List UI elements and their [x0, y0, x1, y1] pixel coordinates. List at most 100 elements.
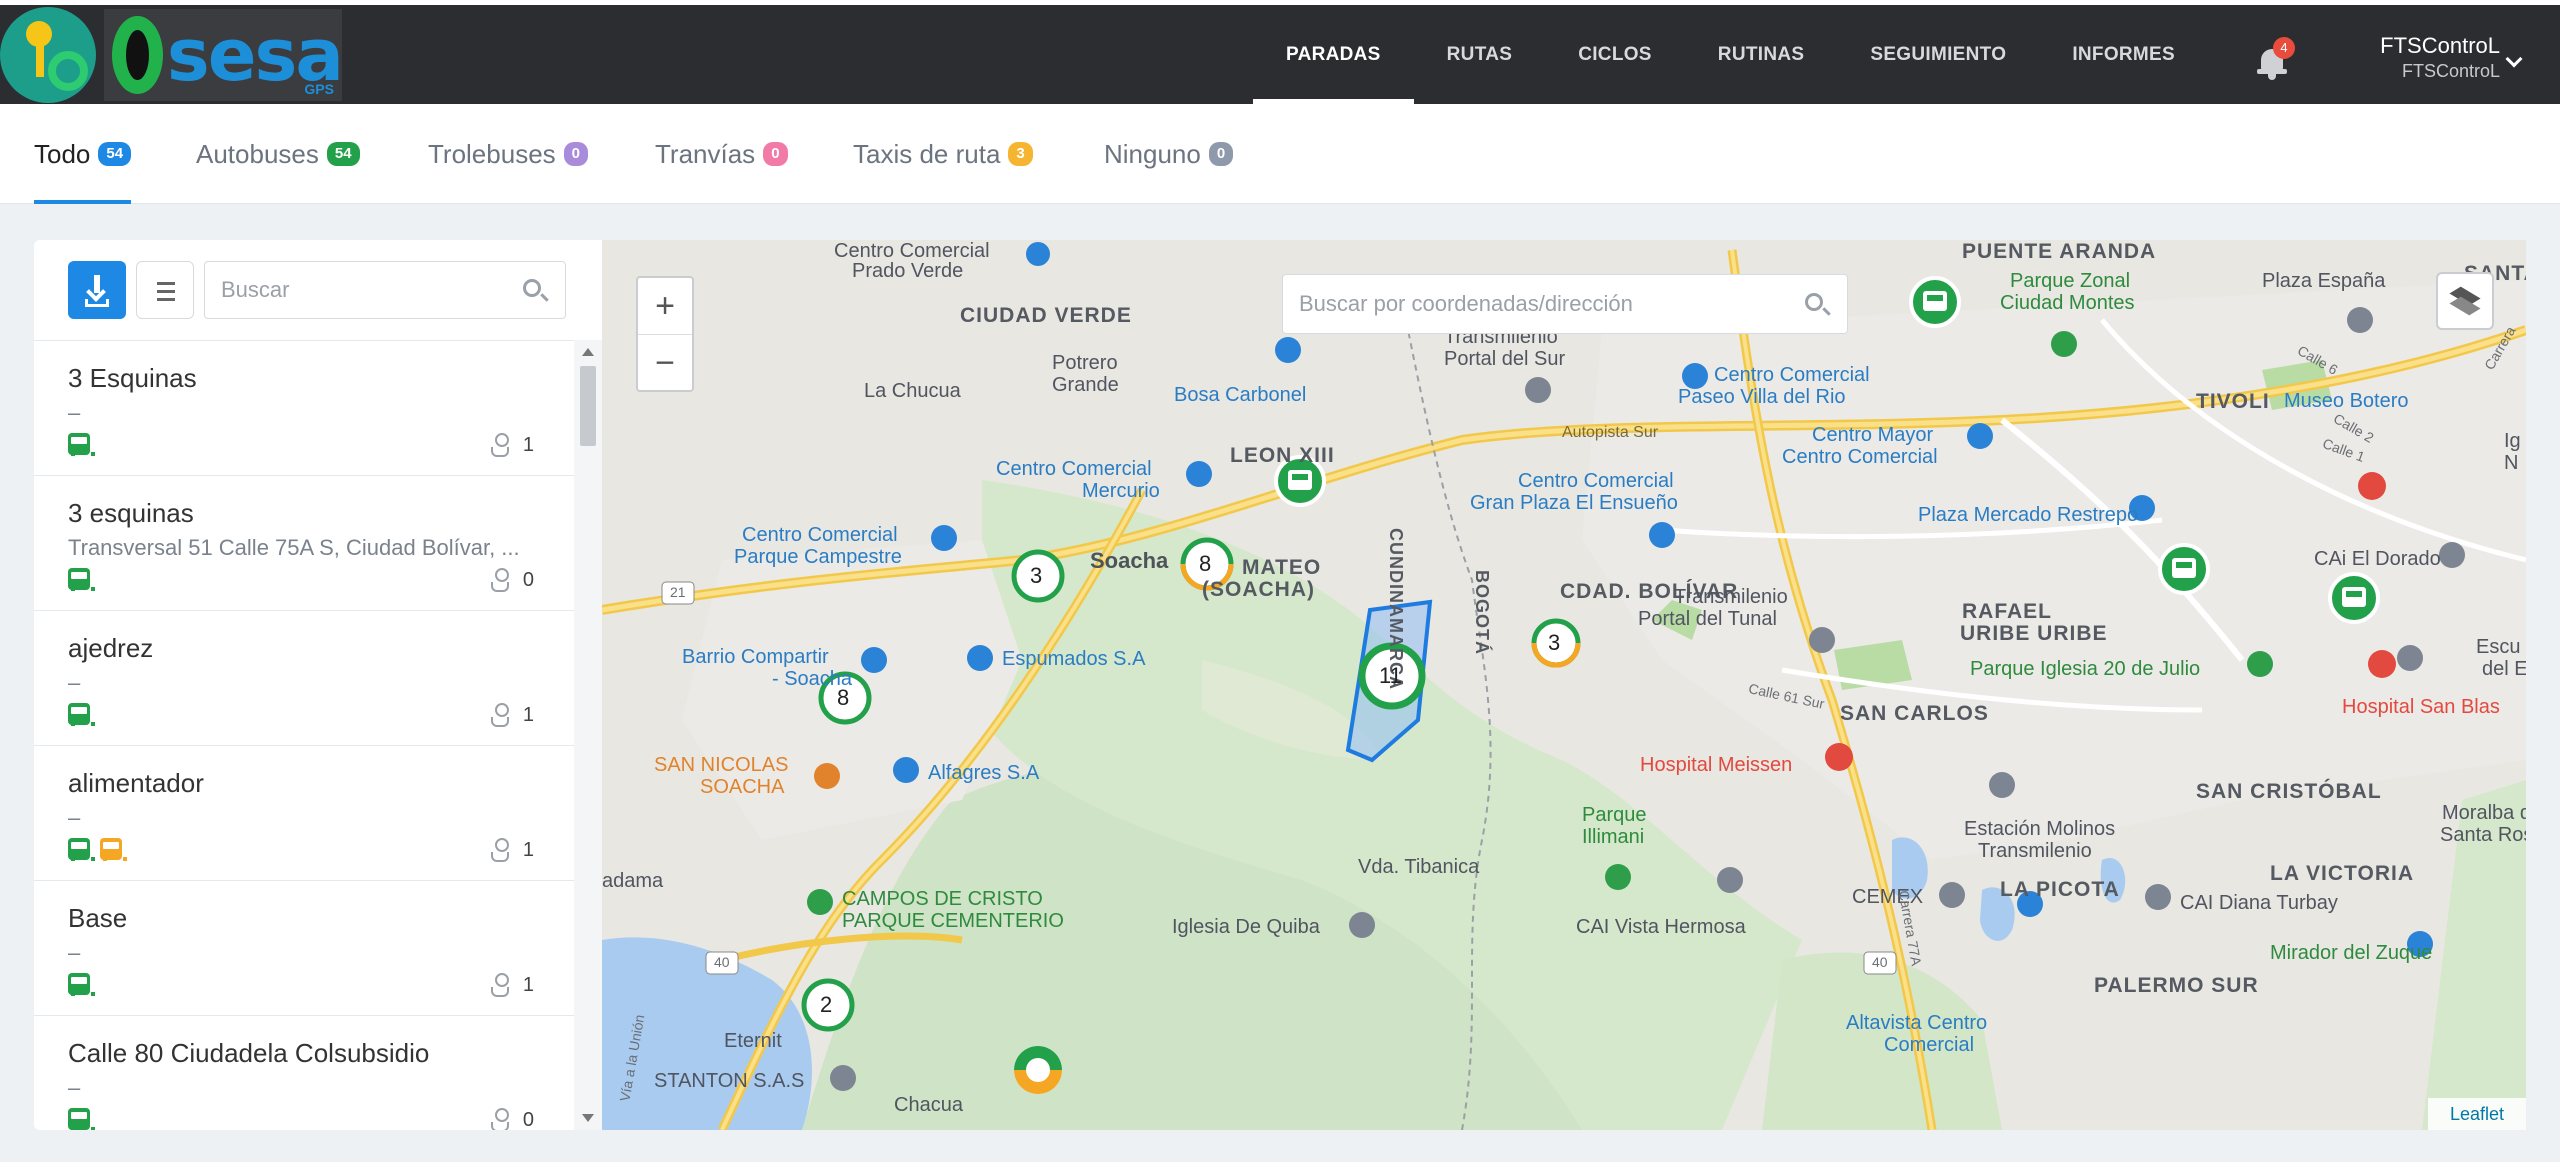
- tab-label: Trolebuses: [428, 138, 556, 169]
- map-view[interactable]: Centro Comercial Prado Verde CIUDAD VERD…: [602, 240, 2526, 1130]
- scroll-up-icon[interactable]: [582, 348, 594, 356]
- map-label: Plaza España: [2262, 270, 2386, 292]
- route-stops-icon: [489, 1108, 511, 1130]
- item-address: Transversal 51 Calle 75A S, Ciudad Bolív…: [68, 535, 520, 560]
- layers-button[interactable]: [2436, 272, 2494, 330]
- map-attribution[interactable]: Leaflet: [2428, 1098, 2526, 1130]
- nav-informes[interactable]: INFORMES: [2039, 5, 2208, 104]
- map-label: Transmilenio: [1978, 840, 2092, 862]
- tab-taxis-de-ruta[interactable]: Taxis de ruta 3: [853, 104, 1033, 204]
- list-item[interactable]: alimentador – 1: [34, 745, 574, 880]
- bus-stop-marker[interactable]: [2328, 572, 2380, 624]
- tab-tranvias[interactable]: Tranvías 0: [655, 104, 788, 204]
- list-item[interactable]: 3 esquinas Transversal 51 Calle 75A S, C…: [34, 475, 574, 610]
- nav-paradas[interactable]: PARADAS: [1253, 5, 1414, 104]
- search-icon[interactable]: [1805, 293, 1823, 311]
- item-name: 3 Esquinas: [68, 363, 197, 393]
- map-label: Santa Rosa: [2440, 824, 2526, 846]
- map-label: del E: [2482, 658, 2526, 680]
- map-label: CAI Vista Hermosa: [1576, 916, 1746, 938]
- map-label: adama: [602, 870, 664, 892]
- tab-todo[interactable]: Todo 54: [34, 104, 132, 204]
- tab-label: Tranvías: [655, 138, 756, 169]
- tab-ninguno[interactable]: Ninguno 0: [1104, 104, 1234, 204]
- restaurant-pin-icon: [814, 763, 840, 789]
- list-item[interactable]: ajedrez – 1: [34, 610, 574, 745]
- cluster-count[interactable]: 8: [837, 685, 849, 711]
- item-stops-count: 1: [522, 703, 534, 726]
- map-label: TIVOLI: [2196, 390, 2270, 413]
- user-menu[interactable]: FTSControL FTSControL: [2360, 33, 2500, 82]
- item-address: –: [68, 670, 81, 695]
- bus-stop-marker[interactable]: [1909, 276, 1961, 328]
- map-label: Mirador del Zuque: [2270, 942, 2433, 964]
- tab-trolebuses[interactable]: Trolebuses 0: [428, 104, 588, 204]
- tab-autobuses[interactable]: Autobuses 54: [196, 104, 360, 204]
- nav-ciclos[interactable]: CICLOS: [1545, 5, 1685, 104]
- list-scrollbar[interactable]: [574, 340, 602, 1130]
- brand-logo: sesa GPS: [104, 9, 344, 101]
- nav-rutinas[interactable]: RUTINAS: [1685, 5, 1838, 104]
- download-button[interactable]: [68, 261, 126, 319]
- list-view-button[interactable]: [136, 261, 194, 319]
- map-search-input[interactable]: [1299, 291, 1779, 317]
- cluster-count[interactable]: 3: [1030, 563, 1042, 589]
- nav-rutas[interactable]: RUTAS: [1414, 5, 1546, 104]
- map-label: Autopista Sur: [1562, 424, 1659, 441]
- map-label: Comercial: [1884, 1034, 1975, 1056]
- search-icon[interactable]: [523, 279, 541, 297]
- map-label: Parque Iglesia 20 de Julio: [1970, 658, 2201, 680]
- zoom-control: + −: [636, 276, 694, 392]
- scroll-down-icon[interactable]: [582, 1114, 594, 1122]
- map-label: STANTON S.A.S: [654, 1070, 805, 1092]
- map-label: Paseo Villa del Rio: [1678, 386, 1846, 408]
- tab-label: Taxis de ruta: [853, 138, 1001, 169]
- bus-icon: [68, 703, 95, 726]
- route-stops-icon: [489, 568, 511, 592]
- stops-search-input[interactable]: [221, 277, 501, 303]
- map-label: BOGOTÁ: [1472, 570, 1492, 655]
- map-label: Alfagres S.A: [928, 762, 1040, 784]
- map-label: N: [2504, 452, 2519, 474]
- notifications-badge: 4: [2273, 37, 2295, 59]
- list-item[interactable]: Base – 1: [34, 880, 574, 1015]
- map-label: Centro Comercial: [742, 524, 898, 546]
- cluster-count[interactable]: 2: [820, 992, 832, 1018]
- item-address: –: [68, 940, 81, 965]
- item-name: ajedrez: [68, 633, 154, 663]
- nav-seguimiento[interactable]: SEGUIMIENTO: [1837, 5, 2039, 104]
- map-label: Parque: [1582, 804, 1647, 826]
- map-label: Estación Molinos: [1964, 818, 2116, 840]
- scroll-thumb[interactable]: [580, 366, 596, 446]
- map-label: Vda. Tibanica: [1358, 856, 1480, 878]
- bus-stop-marker[interactable]: [2158, 543, 2210, 595]
- map-label: Centro Comercial: [996, 458, 1152, 480]
- map-label: Soacha: [1090, 548, 1169, 573]
- mixed-stop-marker[interactable]: [1014, 1046, 1062, 1094]
- tab-label: Autobuses: [196, 138, 319, 169]
- app-logo[interactable]: sesa GPS: [0, 7, 344, 103]
- map-label: Altavista Centro: [1846, 1012, 1988, 1034]
- cluster-count[interactable]: 8: [1199, 551, 1211, 577]
- tab-label: Ninguno: [1104, 138, 1201, 169]
- map-label: Potrero: [1052, 352, 1118, 374]
- tab-count-badge: 0: [763, 142, 788, 166]
- taxi-icon: [100, 838, 127, 861]
- map-label: Parque Campestre: [734, 546, 902, 568]
- map-label: Moralba de: [2442, 802, 2526, 824]
- route-number: 40: [714, 954, 730, 970]
- route-stops-icon: [489, 433, 511, 457]
- map-label: LA VICTORIA: [2270, 862, 2415, 885]
- vehicle-type-tabs: Todo 54 Autobuses 54 Trolebuses 0 Tranví…: [0, 104, 2560, 204]
- bus-icon: [68, 973, 95, 996]
- chevron-down-icon[interactable]: [2505, 50, 2523, 68]
- cluster-count[interactable]: 3: [1548, 630, 1560, 656]
- map-label: Hospital San Blas: [2342, 696, 2500, 718]
- list-item[interactable]: Calle 80 Ciudadela Colsubsidio – 0: [34, 1015, 574, 1130]
- zoom-out-button[interactable]: −: [638, 335, 692, 392]
- cluster-count[interactable]: 11: [1379, 663, 1402, 689]
- list-item[interactable]: 3 Esquinas – 1: [34, 340, 574, 475]
- zoom-in-button[interactable]: +: [638, 278, 692, 335]
- notifications-bell-icon[interactable]: 4: [2255, 37, 2295, 81]
- map-label: Centro Mayor: [1812, 424, 1934, 446]
